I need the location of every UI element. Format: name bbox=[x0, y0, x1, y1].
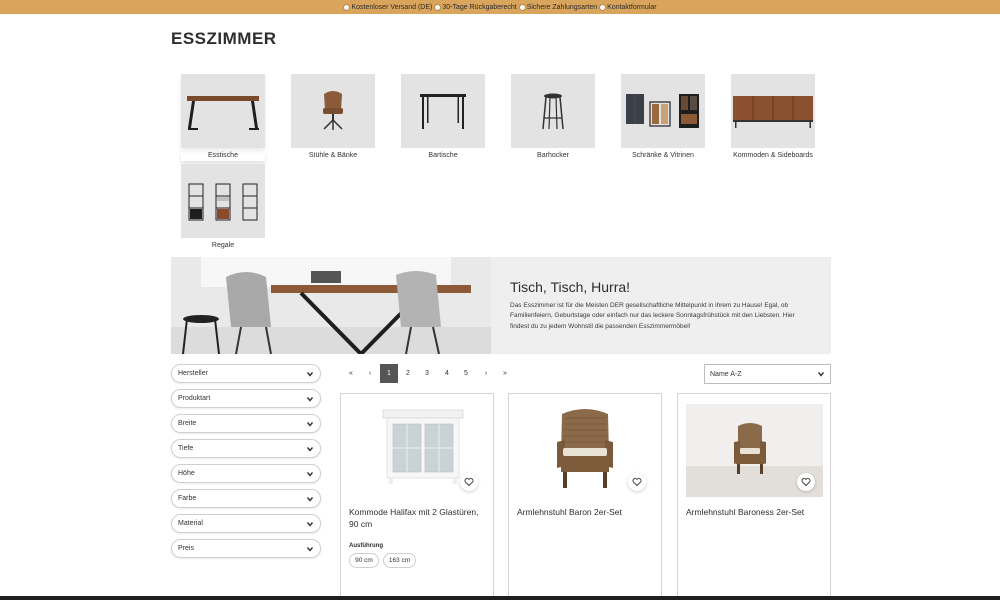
heart-icon bbox=[801, 478, 811, 487]
category-tile-schraenke[interactable]: Schränke & Vitrinen bbox=[621, 74, 705, 159]
variant-label: Ausführung bbox=[349, 543, 383, 549]
wishlist-button[interactable] bbox=[628, 473, 646, 491]
pagination-page-5[interactable]: 5 bbox=[457, 364, 475, 383]
usp-label[interactable]: Kontaktformular bbox=[607, 4, 656, 11]
pagination-prev[interactable]: ‹ bbox=[361, 364, 379, 383]
variant-chip-163[interactable]: 163 cm bbox=[383, 553, 416, 568]
heart-icon bbox=[632, 478, 642, 487]
category-label[interactable]: Barhocker bbox=[511, 152, 595, 159]
chevron-down-icon bbox=[306, 471, 314, 477]
check-circle-icon bbox=[434, 3, 442, 11]
category-image[interactable] bbox=[291, 74, 375, 148]
usp-item-contact[interactable]: Kontaktformular bbox=[599, 3, 657, 11]
hero-banner: Tisch, Tisch, Hurra! Das Esszimmer ist f… bbox=[171, 257, 831, 354]
product-card[interactable]: Kommode Halifax mit 2 Glastüren, 90 cm A… bbox=[340, 393, 494, 600]
filter-label[interactable]: Preis bbox=[178, 545, 194, 552]
filter-label[interactable]: Material bbox=[178, 520, 203, 527]
category-label[interactable]: Stühle & Bänke bbox=[291, 152, 375, 159]
pagination-page-2[interactable]: 2 bbox=[399, 364, 417, 383]
category-label[interactable]: Bartische bbox=[401, 152, 485, 159]
filter-hersteller[interactable]: Hersteller bbox=[171, 364, 321, 383]
filter-label[interactable]: Hersteller bbox=[178, 370, 208, 377]
chevron-down-icon bbox=[817, 372, 825, 377]
filter-tiefe[interactable]: Tiefe bbox=[171, 439, 321, 458]
hero-title: Tisch, Tisch, Hurra! bbox=[510, 279, 631, 295]
category-image[interactable] bbox=[621, 74, 705, 148]
category-label[interactable]: Schränke & Vitrinen bbox=[621, 152, 705, 159]
chevron-down-icon bbox=[306, 521, 314, 527]
product-name[interactable]: Armlehnstuhl Baron 2er-Set bbox=[517, 507, 655, 519]
category-image[interactable] bbox=[181, 74, 265, 148]
product-card[interactable]: Armlehnstuhl Baron 2er-Set bbox=[508, 393, 662, 600]
usp-label: Kostenloser Versand (DE) bbox=[351, 3, 433, 11]
filter-label[interactable]: Breite bbox=[178, 420, 196, 427]
product-card[interactable]: Armlehnstuhl Baroness 2er-Set bbox=[677, 393, 831, 600]
category-label[interactable]: Kommoden & Sideboards bbox=[731, 152, 815, 159]
category-image[interactable] bbox=[511, 74, 595, 148]
filter-label[interactable]: Tiefe bbox=[178, 445, 193, 452]
chevron-down-icon bbox=[306, 371, 314, 377]
chevron-down-icon bbox=[306, 446, 314, 452]
pagination-last[interactable]: » bbox=[496, 364, 514, 383]
category-tile-regale[interactable]: Regale bbox=[181, 164, 265, 249]
pagination-page-3[interactable]: 3 bbox=[418, 364, 436, 383]
category-image[interactable] bbox=[181, 164, 265, 238]
usp-bar: Kostenloser Versand (DE) 30-Tage Rückgab… bbox=[0, 0, 1000, 14]
filter-material[interactable]: Material bbox=[171, 514, 321, 533]
product-name[interactable]: Armlehnstuhl Baroness 2er-Set bbox=[686, 507, 824, 519]
page-bottom-edge bbox=[0, 596, 1000, 600]
chevron-down-icon bbox=[306, 546, 314, 552]
product-name[interactable]: Kommode Halifax mit 2 Glastüren, 90 cm bbox=[349, 507, 487, 530]
category-tile-bartische[interactable]: Bartische bbox=[401, 74, 485, 159]
category-label[interactable]: Esstische bbox=[181, 152, 265, 161]
check-circle-icon bbox=[343, 3, 351, 11]
pagination-page-1[interactable]: 1 bbox=[380, 364, 398, 383]
category-tile-kommoden[interactable]: Kommoden & Sideboards bbox=[731, 74, 815, 159]
check-circle-icon bbox=[518, 3, 526, 11]
usp-label: 30-Tage Rückgaberecht bbox=[442, 3, 517, 11]
hero-image bbox=[171, 257, 491, 354]
chevron-down-icon bbox=[306, 396, 314, 402]
category-label[interactable]: Regale bbox=[181, 242, 265, 249]
filter-farbe[interactable]: Farbe bbox=[171, 489, 321, 508]
category-tile-barhocker[interactable]: Barhocker bbox=[511, 74, 595, 159]
chevron-down-icon bbox=[306, 496, 314, 502]
pagination-next[interactable]: › bbox=[477, 364, 495, 383]
sort-select[interactable]: Name A-Z bbox=[704, 364, 831, 384]
pagination-page-4[interactable]: 4 bbox=[438, 364, 456, 383]
category-image[interactable] bbox=[401, 74, 485, 148]
filter-hoehe[interactable]: Höhe bbox=[171, 464, 321, 483]
heart-icon bbox=[464, 478, 474, 487]
category-tile-esstische[interactable]: Esstische bbox=[181, 74, 265, 161]
filter-label[interactable]: Produktart bbox=[178, 395, 210, 402]
filter-label[interactable]: Farbe bbox=[178, 495, 196, 502]
category-tile-stuehle[interactable]: Stühle & Bänke bbox=[291, 74, 375, 159]
variant-chip-90[interactable]: 90 cm bbox=[349, 553, 379, 568]
filter-preis[interactable]: Preis bbox=[171, 539, 321, 558]
hero-text: Das Esszimmer ist für die Meisten DER ge… bbox=[510, 302, 795, 330]
chevron-down-icon bbox=[306, 421, 314, 427]
pagination-first[interactable]: « bbox=[342, 364, 360, 383]
usp-item-payment: Sichere Zahlungsarten bbox=[518, 3, 598, 11]
page-title: ESSZIMMER bbox=[171, 29, 277, 48]
sort-value[interactable]: Name A-Z bbox=[710, 371, 742, 378]
usp-item-returns: 30-Tage Rückgaberecht bbox=[434, 3, 517, 11]
wishlist-button[interactable] bbox=[460, 473, 478, 491]
filter-breite[interactable]: Breite bbox=[171, 414, 321, 433]
usp-label: Sichere Zahlungsarten bbox=[526, 3, 598, 11]
filter-produktart[interactable]: Produktart bbox=[171, 389, 321, 408]
check-circle-icon bbox=[599, 3, 607, 11]
usp-item-shipping: Kostenloser Versand (DE) bbox=[343, 3, 433, 11]
wishlist-button[interactable] bbox=[797, 473, 815, 491]
category-image[interactable] bbox=[731, 74, 815, 148]
filter-label[interactable]: Höhe bbox=[178, 470, 195, 477]
